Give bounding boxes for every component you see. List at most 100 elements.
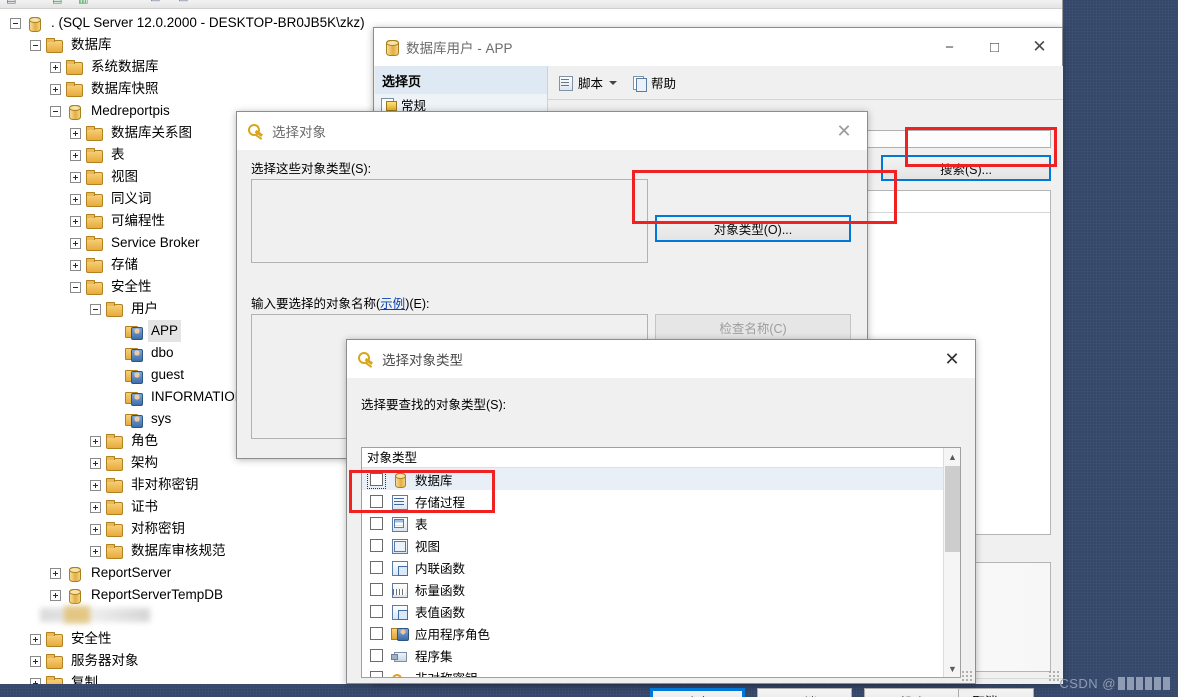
scroll-down-icon[interactable]: ▼ bbox=[944, 660, 960, 677]
help-button[interactable]: 帮助 bbox=[864, 688, 959, 697]
close-button[interactable]: ✕ bbox=[821, 112, 867, 150]
checkbox-视图[interactable] bbox=[370, 538, 383, 552]
check-names-button[interactable]: 检查名称(C) bbox=[655, 314, 851, 341]
folder-icon bbox=[85, 169, 103, 185]
resize-grip[interactable] bbox=[1047, 669, 1059, 681]
expander-icon[interactable] bbox=[50, 61, 61, 73]
object-type-row[interactable]: 数据库 bbox=[362, 468, 960, 490]
expander-icon[interactable] bbox=[70, 149, 81, 161]
object-type-rows[interactable]: 数据库存储过程表视图内联函数标量函数表值函数应用程序角色程序集非对称密钥 bbox=[362, 468, 960, 678]
inline-function-icon bbox=[391, 560, 408, 576]
toolbar-icon-connect[interactable]: ▤ bbox=[6, 0, 16, 5]
tree-node-label: ReportServerTempDB bbox=[91, 587, 224, 602]
user-icon bbox=[125, 345, 143, 362]
example-link[interactable]: 示例 bbox=[380, 297, 405, 311]
checkbox-表[interactable] bbox=[370, 516, 383, 530]
object-type-row[interactable]: 视图 bbox=[362, 534, 960, 556]
object-type-row[interactable]: 标量函数 bbox=[362, 578, 960, 600]
expander-icon[interactable] bbox=[70, 215, 81, 227]
list-scrollbar[interactable]: ▲ ▼ bbox=[943, 448, 960, 677]
object-type-label: 表 bbox=[415, 517, 428, 532]
script-icon bbox=[558, 75, 574, 91]
close-button[interactable]: ✕ bbox=[1017, 28, 1062, 66]
close-button[interactable]: ✕ bbox=[929, 340, 975, 378]
object-type-label: 应用程序角色 bbox=[415, 627, 491, 642]
checkbox-表值函数[interactable] bbox=[370, 604, 383, 618]
toolbar-icon-save[interactable]: ▭ bbox=[150, 0, 160, 5]
expander-icon[interactable] bbox=[70, 193, 81, 205]
expander-icon[interactable] bbox=[90, 545, 101, 557]
watermark-redacted-blocks bbox=[1118, 677, 1170, 690]
expander-icon[interactable] bbox=[90, 523, 101, 535]
list-column-header: 对象类型 bbox=[362, 448, 960, 468]
tree-node-label: 可编程性 bbox=[111, 213, 165, 228]
object-type-label: 程序集 bbox=[415, 649, 453, 664]
folder-icon bbox=[105, 477, 123, 493]
object-type-row[interactable]: 程序集 bbox=[362, 644, 960, 666]
expander-icon[interactable] bbox=[90, 435, 101, 447]
ok-button[interactable]: 确定 bbox=[650, 688, 745, 697]
expander-icon[interactable] bbox=[70, 171, 81, 183]
select-object-titlebar[interactable]: 选择对象 ✕ bbox=[237, 112, 867, 150]
expander-icon[interactable] bbox=[50, 83, 61, 95]
expander-icon[interactable] bbox=[90, 479, 101, 491]
object-type-list[interactable]: 对象类型 数据库存储过程表视图内联函数标量函数表值函数应用程序角色程序集非对称密… bbox=[361, 447, 961, 678]
search-button-label: 搜索(S)... bbox=[939, 162, 993, 177]
object-type-row[interactable]: 应用程序角色 bbox=[362, 622, 960, 644]
expander-icon[interactable] bbox=[50, 105, 61, 117]
minimize-button[interactable]: − bbox=[927, 28, 972, 66]
checkbox-数据库[interactable] bbox=[367, 469, 386, 489]
scroll-up-icon[interactable]: ▲ bbox=[944, 448, 960, 465]
expander-icon[interactable] bbox=[30, 39, 41, 51]
expander-icon[interactable] bbox=[30, 655, 41, 667]
maximize-button[interactable]: □ bbox=[972, 28, 1017, 66]
scrollbar-thumb[interactable] bbox=[945, 466, 960, 552]
expander-icon[interactable] bbox=[90, 501, 101, 513]
expander-icon[interactable] bbox=[30, 633, 41, 645]
ssms-toolbar[interactable]: ▤ ▤ ▥ ▭ ▭ bbox=[0, 0, 1062, 9]
object-type-row[interactable]: 表值函数 bbox=[362, 600, 960, 622]
object-type-row[interactable]: 表 bbox=[362, 512, 960, 534]
expander-icon[interactable] bbox=[70, 127, 81, 139]
expander-icon[interactable] bbox=[10, 17, 21, 29]
resize-grip[interactable] bbox=[960, 669, 972, 681]
checkbox-内联函数[interactable] bbox=[370, 560, 383, 574]
expander-icon[interactable] bbox=[70, 237, 81, 249]
object-type-label: 表值函数 bbox=[415, 605, 466, 620]
selected-object-types-box[interactable] bbox=[251, 179, 648, 263]
expander-icon[interactable] bbox=[30, 677, 41, 684]
database-icon bbox=[391, 472, 408, 488]
checkbox-应用程序角色[interactable] bbox=[370, 626, 383, 640]
expander-icon[interactable] bbox=[90, 303, 101, 315]
expander-icon[interactable] bbox=[90, 457, 101, 469]
folder-icon bbox=[85, 235, 103, 251]
tree-node-label: 复制 bbox=[71, 675, 98, 684]
script-button[interactable]: 脚本 bbox=[558, 73, 618, 92]
object-type-row[interactable]: 内联函数 bbox=[362, 556, 960, 578]
checkbox-标量函数[interactable] bbox=[370, 582, 383, 596]
select-page-header: 选择页 bbox=[375, 66, 547, 94]
checkbox-程序集[interactable] bbox=[370, 648, 383, 662]
object-types-button[interactable]: 对象类型(O)... bbox=[655, 215, 851, 242]
expander-icon[interactable] bbox=[50, 567, 61, 579]
search-button[interactable]: 搜索(S)... bbox=[881, 155, 1051, 181]
asymmetric-key-icon bbox=[391, 670, 408, 678]
toolbar-icon-run[interactable]: ▥ bbox=[78, 0, 88, 5]
cancel-button[interactable]: 取消 bbox=[757, 688, 852, 697]
database-icon bbox=[384, 39, 399, 56]
expander-icon[interactable] bbox=[70, 259, 81, 271]
database-icon bbox=[65, 565, 83, 582]
expander-icon[interactable] bbox=[70, 281, 81, 293]
app-window-titlebar[interactable]: 数据库用户 - APP − □ ✕ bbox=[374, 28, 1062, 66]
help-button[interactable]: 帮助 bbox=[631, 73, 676, 92]
toolbar-icon-new-query[interactable]: ▤ bbox=[52, 0, 62, 5]
checkbox-存储过程[interactable] bbox=[370, 494, 383, 508]
user-icon bbox=[125, 367, 143, 384]
object-type-row[interactable]: 存储过程 bbox=[362, 490, 960, 512]
select-object-type-titlebar[interactable]: 选择对象类型 ✕ bbox=[347, 340, 975, 378]
object-type-row[interactable]: 非对称密钥 bbox=[362, 666, 960, 678]
toolbar-icon-open[interactable]: ▭ bbox=[178, 0, 188, 5]
chevron-down-icon[interactable] bbox=[609, 80, 618, 85]
checkbox-非对称密钥[interactable] bbox=[370, 670, 383, 677]
expander-icon[interactable] bbox=[50, 589, 61, 601]
